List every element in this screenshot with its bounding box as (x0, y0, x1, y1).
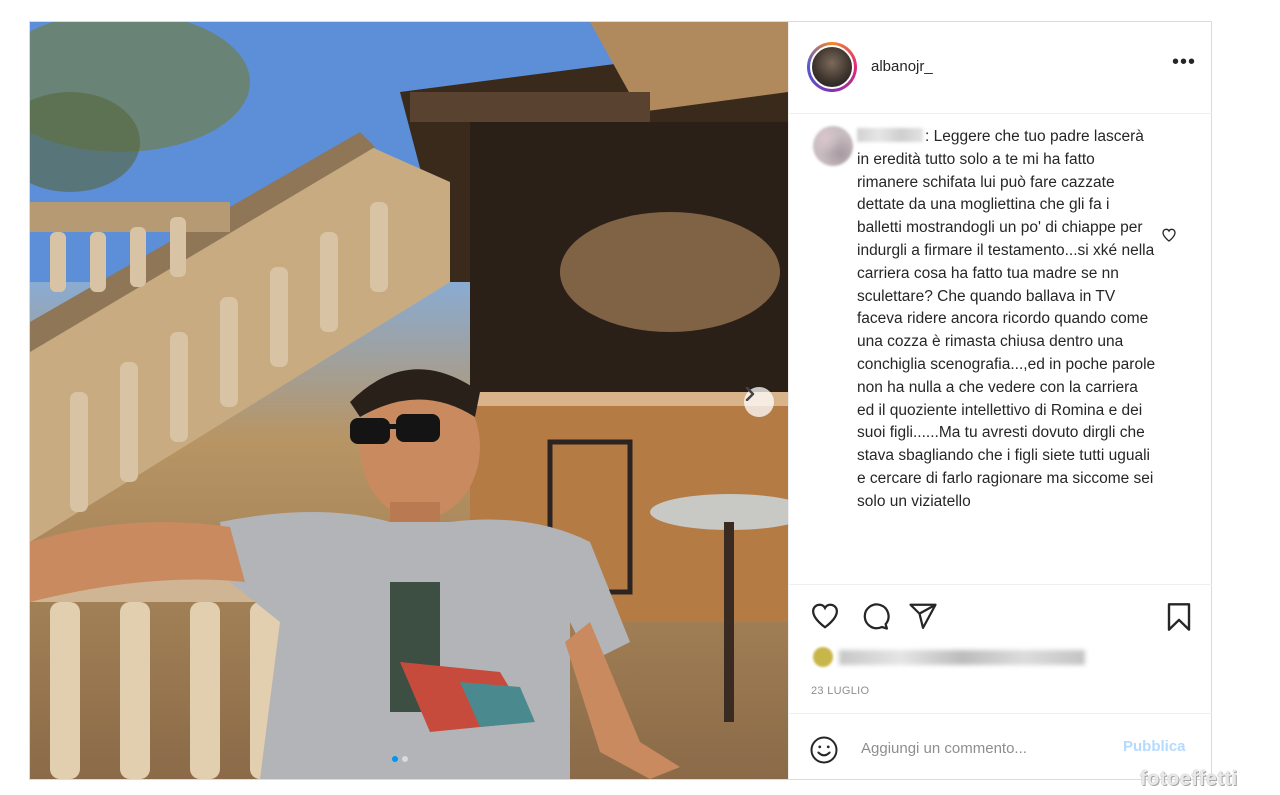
chevron-right-icon (745, 387, 755, 401)
avatar[interactable] (810, 45, 854, 89)
post-header: albanojr_ ••• (789, 22, 1212, 114)
carousel-next-button[interactable] (744, 387, 774, 417)
publish-button[interactable]: Pubblica (1123, 738, 1186, 755)
comment: : Leggere che tuo padre lascerà in eredi… (857, 126, 1157, 514)
story-ring[interactable] (807, 42, 857, 92)
likes-count-blurred[interactable] (839, 650, 1085, 665)
share-icon[interactable] (907, 601, 939, 631)
comment-text: : Leggere che tuo padre lascerà in eredi… (857, 128, 1156, 510)
comment-input[interactable] (859, 734, 1113, 762)
instagram-post: albanojr_ ••• : Leggere che tuo padre la… (29, 21, 1212, 780)
watermark: fotoeffetti (1140, 768, 1238, 790)
commenter-name-blurred[interactable] (857, 128, 923, 142)
carousel-dot (392, 756, 398, 762)
photo-illustration (30, 22, 788, 779)
more-icon[interactable]: ••• (1169, 52, 1199, 76)
comment-icon[interactable] (859, 601, 891, 631)
save-icon[interactable] (1163, 601, 1195, 633)
post-photo[interactable] (30, 22, 788, 779)
liker-avatar-blurred[interactable] (813, 647, 833, 667)
commenter-avatar-blurred[interactable] (813, 126, 853, 166)
emoji-icon[interactable] (809, 735, 839, 765)
post-actions: 23 LUGLIO Pubblica (789, 584, 1212, 781)
username-link[interactable]: albanojr_ (871, 58, 933, 75)
carousel-dot (402, 756, 408, 762)
comments-section: : Leggere che tuo padre lascerà in eredi… (789, 114, 1212, 584)
post-side-panel: albanojr_ ••• : Leggere che tuo padre la… (788, 22, 1212, 779)
like-icon[interactable] (809, 601, 841, 631)
post-date[interactable]: 23 LUGLIO (811, 685, 869, 697)
heart-icon[interactable] (1161, 227, 1177, 243)
carousel-indicator (392, 756, 408, 762)
